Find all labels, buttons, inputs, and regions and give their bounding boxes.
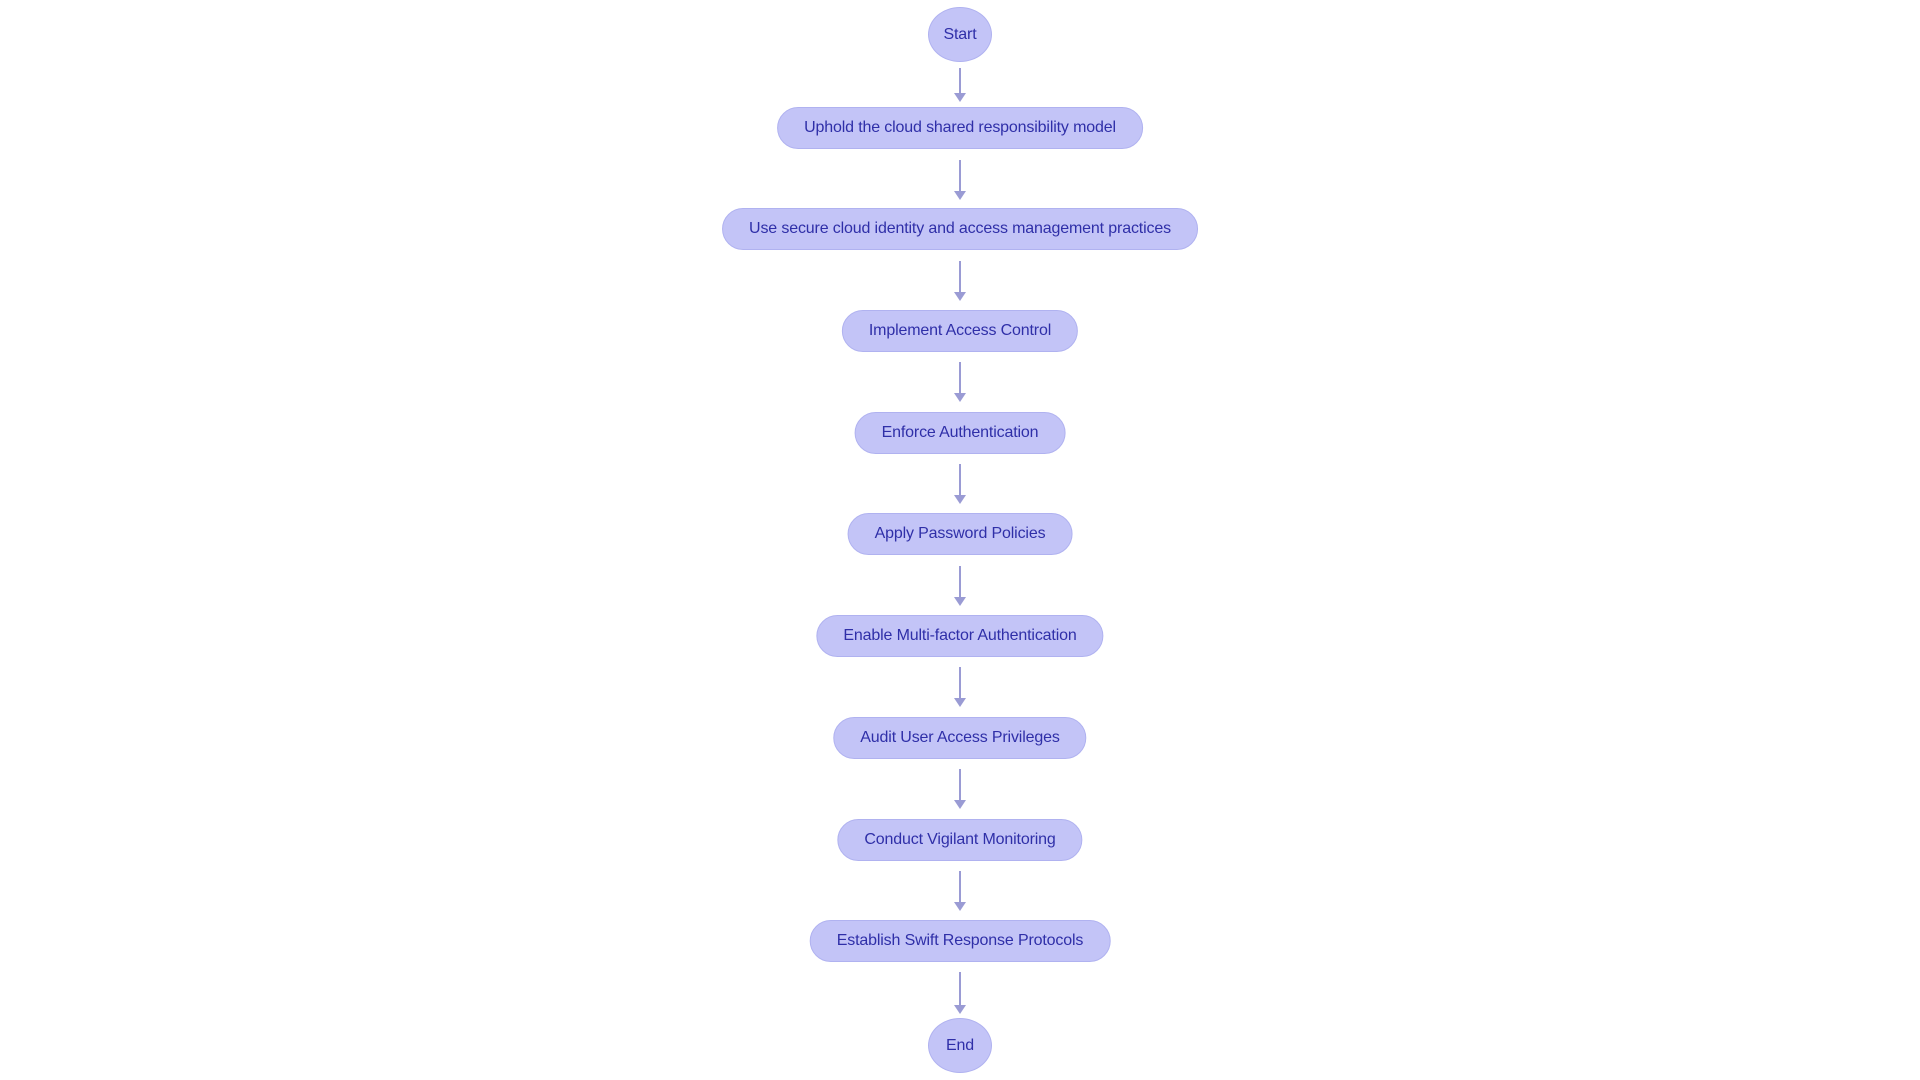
connector-n1-to-n2 [953, 160, 967, 200]
connector-line [959, 464, 961, 496]
arrowhead-icon [954, 597, 966, 606]
connector-n2-to-n3 [953, 261, 967, 301]
connector-line [959, 972, 961, 1006]
arrowhead-icon [954, 1005, 966, 1014]
flowchart-canvas: Start Uphold the cloud shared responsibi… [0, 0, 1920, 1080]
flow-node-apply-password-policies[interactable]: Apply Password Policies [847, 513, 1073, 555]
connector-line [959, 566, 961, 598]
flow-node-audit-user-access-privileges[interactable]: Audit User Access Privileges [833, 717, 1087, 759]
connector-line [959, 871, 961, 903]
connector-start-to-n1 [953, 68, 967, 102]
flowchart-column: Start Uphold the cloud shared responsibi… [0, 0, 1920, 1080]
arrowhead-icon [954, 902, 966, 911]
connector-line [959, 769, 961, 801]
connector-n5-to-n6 [953, 566, 967, 606]
connector-line [959, 362, 961, 394]
connector-n9-to-end [953, 972, 967, 1014]
connector-n4-to-n5 [953, 464, 967, 504]
arrowhead-icon [954, 191, 966, 200]
flow-node-implement-access-control[interactable]: Implement Access Control [841, 310, 1079, 352]
flow-node-establish-swift-response-protocols[interactable]: Establish Swift Response Protocols [809, 920, 1111, 962]
connector-n3-to-n4 [953, 362, 967, 402]
arrowhead-icon [954, 800, 966, 809]
flow-node-start[interactable]: Start [928, 7, 992, 62]
arrowhead-icon [954, 393, 966, 402]
connector-n7-to-n8 [953, 769, 967, 809]
flow-node-enable-multi-factor-authentication[interactable]: Enable Multi-factor Authentication [816, 615, 1104, 657]
flow-node-end[interactable]: End [928, 1018, 992, 1073]
arrowhead-icon [954, 93, 966, 102]
flow-node-conduct-vigilant-monitoring[interactable]: Conduct Vigilant Monitoring [837, 819, 1083, 861]
arrowhead-icon [954, 495, 966, 504]
connector-line [959, 667, 961, 699]
arrowhead-icon [954, 292, 966, 301]
connector-n8-to-n9 [953, 871, 967, 911]
flow-node-uphold-shared-responsibility[interactable]: Uphold the cloud shared responsibility m… [777, 107, 1143, 149]
connector-line [959, 68, 961, 94]
flow-node-enforce-authentication[interactable]: Enforce Authentication [854, 412, 1066, 454]
connector-line [959, 261, 961, 293]
flow-node-secure-identity-access-management[interactable]: Use secure cloud identity and access man… [722, 208, 1198, 250]
connector-n6-to-n7 [953, 667, 967, 707]
connector-line [959, 160, 961, 192]
arrowhead-icon [954, 698, 966, 707]
